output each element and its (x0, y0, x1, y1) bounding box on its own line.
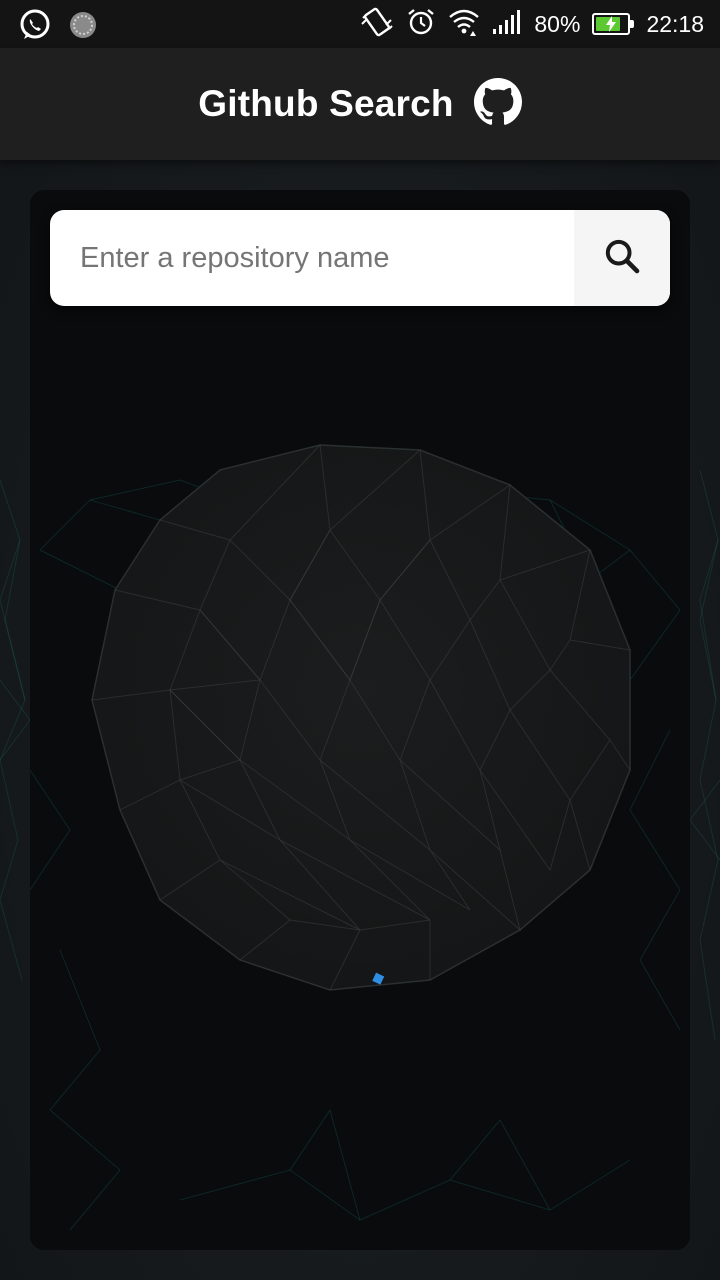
search-bar (50, 210, 670, 306)
github-icon (473, 77, 522, 131)
results-card (30, 190, 690, 1250)
search-button[interactable] (574, 210, 670, 306)
sync-icon (68, 10, 98, 45)
search-icon (602, 236, 642, 281)
signal-icon (492, 9, 522, 40)
vibrate-icon (360, 6, 394, 43)
loading-globe-animation (30, 443, 681, 1231)
search-input[interactable] (50, 210, 574, 306)
status-bar: 80% 22:18 (0, 0, 720, 48)
app-title: Github Search (198, 83, 454, 124)
battery-percent: 80% (534, 10, 581, 37)
wifi-icon (448, 7, 480, 42)
whatsapp-icon (18, 8, 52, 47)
status-time: 22:18 (646, 10, 704, 37)
alarm-icon (406, 7, 436, 42)
battery-charging-icon (592, 13, 635, 35)
screen: 80% 22:18 Github Search (0, 0, 720, 1280)
app-bar: Github Search (0, 48, 720, 160)
